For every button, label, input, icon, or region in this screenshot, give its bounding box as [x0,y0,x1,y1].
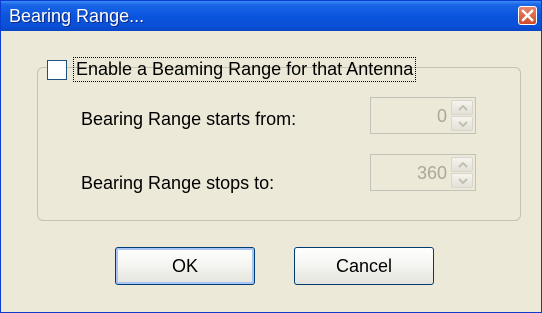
start-label: Bearing Range starts from: [81,109,297,129]
title-bar[interactable]: Bearing Range... [1,1,541,31]
chevron-down-icon [458,178,468,184]
dialog-window: Bearing Range... Enable a Beaming Range … [0,0,542,313]
stop-spinner[interactable]: 360 [370,154,476,191]
start-value: 0 [436,106,447,126]
stop-value: 360 [416,163,447,183]
stop-label: Bearing Range stops to: [81,173,275,193]
stop-down-button[interactable] [451,173,473,188]
stop-spinner-arrows [451,157,473,188]
chevron-up-icon [458,105,468,111]
start-spinner[interactable]: 0 [370,97,476,134]
bearing-range-group [37,67,521,221]
enable-range-checkbox[interactable] [47,60,67,80]
cancel-button[interactable]: Cancel [294,247,434,285]
window-title: Bearing Range... [9,6,145,26]
chevron-down-icon [458,121,468,127]
start-up-button[interactable] [451,100,473,115]
start-spinner-arrows [451,100,473,131]
enable-range-label[interactable]: Enable a Beaming Range for that Antenna [72,57,417,82]
enable-range-checkbox-row[interactable]: Enable a Beaming Range for that Antenna [47,57,417,83]
start-down-button[interactable] [451,116,473,131]
close-icon [521,9,534,22]
ok-button[interactable]: OK [115,247,255,285]
stop-up-button[interactable] [451,157,473,172]
close-button[interactable] [518,6,537,25]
chevron-up-icon [458,162,468,168]
